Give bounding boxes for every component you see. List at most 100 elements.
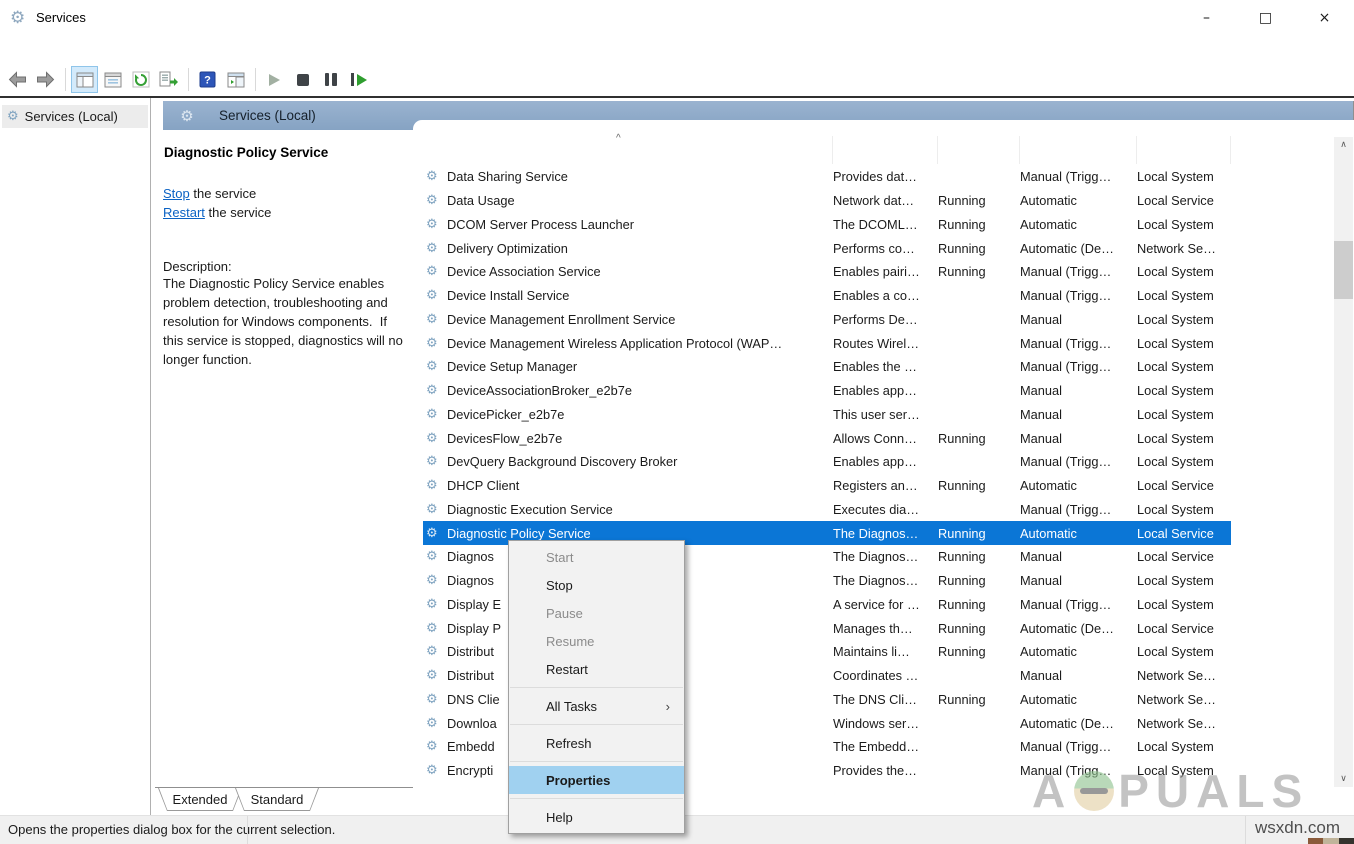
service-row[interactable]: ⚙Device Management Enrollment Service Pe… bbox=[423, 308, 1231, 332]
restart-icon bbox=[351, 73, 367, 86]
toolbar-separator bbox=[65, 68, 66, 91]
service-action-link[interactable]: Stop bbox=[163, 186, 190, 201]
status-bar-divider bbox=[1245, 816, 1246, 844]
service-row[interactable]: ⚙DHCP Client Registers an… Running Autom… bbox=[423, 474, 1231, 498]
service-gear-icon: ⚙ bbox=[426, 597, 442, 612]
service-gear-icon: ⚙ bbox=[426, 407, 442, 422]
context-menu-item[interactable]: › bbox=[510, 687, 683, 688]
service-row[interactable]: ⚙Device Association Service Enables pair… bbox=[423, 260, 1231, 284]
context-menu-item[interactable]: › bbox=[510, 761, 683, 762]
context-menu-item[interactable]: Stop › bbox=[509, 571, 684, 599]
scroll-up-icon[interactable]: ∧ bbox=[1334, 137, 1353, 153]
play-icon bbox=[269, 74, 280, 86]
show-console-tree-button[interactable] bbox=[71, 66, 98, 93]
scroll-down-icon[interactable]: ∨ bbox=[1334, 771, 1353, 787]
window-title: Services bbox=[36, 10, 86, 25]
view-tab[interactable]: Standard bbox=[235, 788, 319, 811]
context-menu-item[interactable]: Resume › bbox=[509, 627, 684, 655]
menu-bar bbox=[0, 36, 1354, 63]
service-gear-icon: ⚙ bbox=[426, 431, 442, 446]
service-gear-icon: ⚙ bbox=[426, 193, 442, 208]
watermark-prefix: A bbox=[1032, 764, 1072, 818]
menu-item[interactable] bbox=[53, 45, 75, 55]
context-menu-item[interactable]: › bbox=[510, 798, 683, 799]
service-row[interactable]: ⚙DeviceAssociationBroker_e2b7e Enables a… bbox=[423, 379, 1231, 403]
svg-text:?: ? bbox=[204, 75, 211, 87]
service-gear-icon: ⚙ bbox=[426, 454, 442, 469]
service-row[interactable]: ⚙Delivery Optimization Performs co… Runn… bbox=[423, 236, 1231, 260]
watermark-mascot-icon bbox=[1074, 771, 1114, 811]
column-header[interactable] bbox=[423, 136, 833, 164]
properties-toolbar-button[interactable] bbox=[99, 66, 126, 93]
column-header[interactable] bbox=[1020, 136, 1137, 164]
service-gear-icon: ⚙ bbox=[426, 716, 442, 731]
title-bar: ⚙ Services – □ × bbox=[0, 0, 1354, 36]
service-gear-icon: ⚙ bbox=[7, 109, 19, 124]
window-controls: – □ × bbox=[1177, 0, 1354, 36]
view-tab[interactable]: Extended bbox=[158, 788, 242, 811]
services-gear-outline-icon: ⚙ bbox=[177, 107, 197, 125]
console-tree-icon bbox=[76, 72, 94, 88]
pause-service-button[interactable] bbox=[317, 66, 344, 93]
service-row[interactable]: ⚙Device Setup Manager Enables the … Manu… bbox=[423, 355, 1231, 379]
service-row[interactable]: ⚙DCOM Server Process Launcher The DCOML…… bbox=[423, 213, 1231, 237]
show-action-pane-button[interactable] bbox=[222, 66, 249, 93]
context-menu-item[interactable]: Pause › bbox=[509, 599, 684, 627]
close-button[interactable]: × bbox=[1295, 0, 1354, 36]
menu-item[interactable] bbox=[75, 45, 97, 55]
context-menu-item[interactable]: Properties › bbox=[509, 766, 684, 794]
context-menu-item[interactable]: Start › bbox=[509, 543, 684, 571]
refresh-icon bbox=[132, 71, 150, 88]
service-row[interactable]: ⚙DevicesFlow_e2b7e Allows Conn… Running … bbox=[423, 426, 1231, 450]
context-menu-item[interactable]: Help › bbox=[509, 803, 684, 831]
stop-icon bbox=[297, 74, 309, 86]
watermark-suffix: PUALS bbox=[1118, 764, 1309, 818]
context-menu-item[interactable]: Refresh › bbox=[509, 729, 684, 757]
service-row[interactable]: ⚙Data Usage Network dat… Running Automat… bbox=[423, 189, 1231, 213]
service-action-link[interactable]: Restart bbox=[163, 205, 205, 220]
refresh-button[interactable] bbox=[127, 66, 154, 93]
minimize-button[interactable]: – bbox=[1177, 0, 1236, 36]
scrollbar-thumb[interactable] bbox=[1334, 241, 1353, 299]
export-list-icon bbox=[159, 71, 178, 88]
sort-ascending-icon: ^ bbox=[616, 133, 621, 144]
export-list-button[interactable] bbox=[155, 66, 182, 93]
services-app-icon: ⚙ bbox=[10, 8, 25, 28]
vertical-scrollbar[interactable]: ∧ ∨ bbox=[1334, 137, 1353, 787]
column-header[interactable] bbox=[1137, 136, 1231, 164]
watermark: A PUALS bbox=[1032, 764, 1309, 818]
forward-button[interactable] bbox=[32, 66, 59, 93]
status-bar-text: Opens the properties dialog box for the … bbox=[8, 816, 335, 844]
help-button[interactable]: ? bbox=[194, 66, 221, 93]
watermark-site: wsxdn.com bbox=[1255, 818, 1340, 838]
service-row[interactable]: ⚙Data Sharing Service Provides dat… Manu… bbox=[423, 165, 1231, 189]
service-row[interactable]: ⚙DevicePicker_e2b7e This user ser… Manua… bbox=[423, 403, 1231, 427]
service-gear-icon: ⚙ bbox=[426, 526, 442, 541]
menu-item[interactable] bbox=[9, 45, 31, 55]
stop-service-button[interactable] bbox=[289, 66, 316, 93]
column-header[interactable] bbox=[833, 136, 938, 164]
submenu-arrow-icon: › bbox=[666, 699, 670, 714]
service-row[interactable]: ⚙Device Install Service Enables a co… Ma… bbox=[423, 284, 1231, 308]
service-row[interactable]: ⚙Diagnostic Execution Service Executes d… bbox=[423, 498, 1231, 522]
status-bar-divider bbox=[247, 816, 248, 844]
restart-service-button[interactable] bbox=[345, 66, 372, 93]
selected-service-name: Diagnostic Policy Service bbox=[164, 145, 415, 160]
service-row[interactable]: ⚙DevQuery Background Discovery Broker En… bbox=[423, 450, 1231, 474]
service-action-line: Stop the service bbox=[163, 184, 415, 203]
context-menu-item[interactable]: All Tasks › bbox=[509, 692, 684, 720]
tree-item-label: Services (Local) bbox=[25, 109, 118, 124]
service-gear-icon: ⚙ bbox=[426, 288, 442, 303]
service-gear-icon: ⚙ bbox=[426, 787, 442, 788]
back-button[interactable] bbox=[4, 66, 31, 93]
corner-image-fragment bbox=[1308, 838, 1354, 844]
context-menu-item[interactable]: Restart › bbox=[509, 655, 684, 683]
maximize-button[interactable]: □ bbox=[1236, 0, 1295, 36]
start-service-button[interactable] bbox=[261, 66, 288, 93]
context-menu-item[interactable]: › bbox=[510, 724, 683, 725]
column-header[interactable] bbox=[938, 136, 1020, 164]
list-header bbox=[423, 136, 1231, 164]
tree-item-services-local[interactable]: ⚙ Services (Local) bbox=[2, 105, 148, 128]
service-row[interactable]: ⚙Device Management Wireless Application … bbox=[423, 331, 1231, 355]
menu-item[interactable] bbox=[31, 45, 53, 55]
